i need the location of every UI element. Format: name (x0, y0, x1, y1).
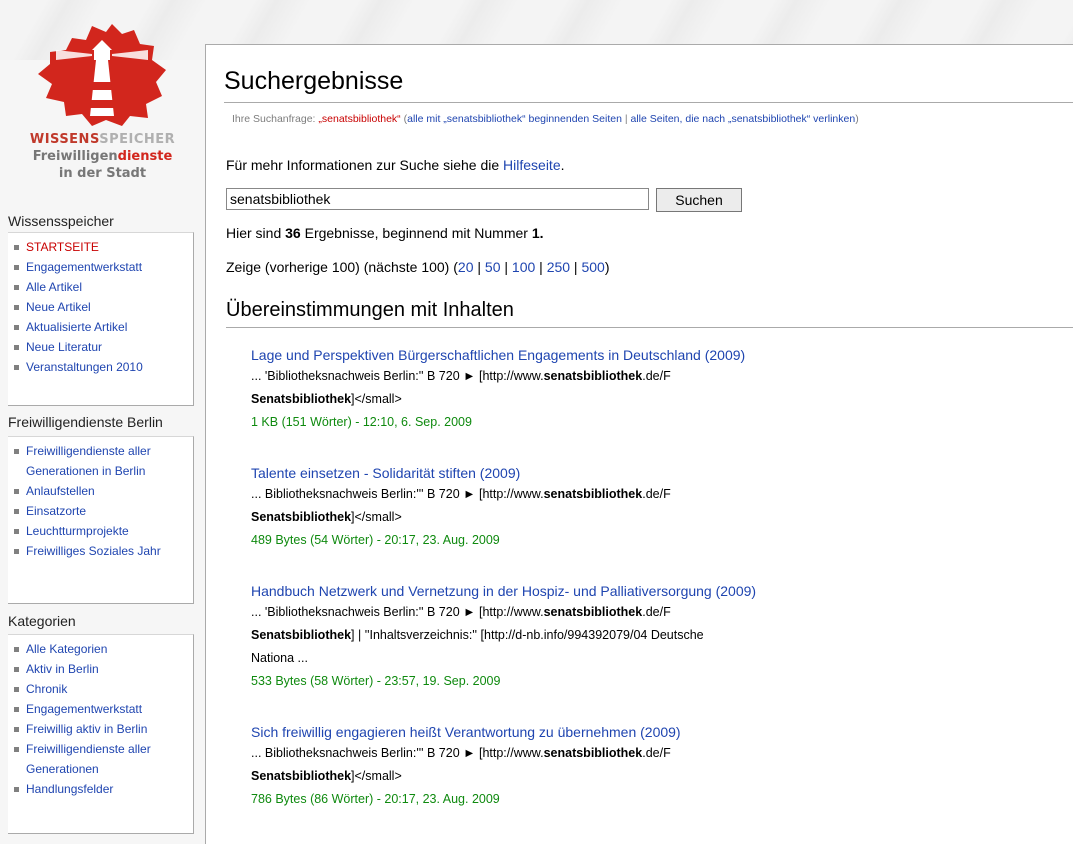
portlet-title-wissensspeicher: Wissensspeicher (8, 213, 114, 229)
site-logo[interactable]: WISSENSSPEICHER Freiwilligendienste in d… (10, 20, 195, 190)
portlet-kategorien: Alle Kategorien Aktiv in Berlin Chronik … (8, 634, 194, 834)
sidebar-item-aktualisierte-artikel[interactable]: Aktualisierte Artikel (13, 317, 193, 337)
sidebar-item-startseite[interactable]: STARTSEITE (13, 237, 193, 257)
search-result: Lage und Perspektiven Bürgerschaftlichen… (251, 345, 1071, 434)
search-result: Sich freiwillig engagieren heißt Verantw… (251, 722, 1071, 811)
result-snippet: Senatsbibliothek] | ''Inhaltsverzeichnis… (251, 628, 704, 642)
sidebar-item-fsj[interactable]: Freiwilliges Soziales Jahr (13, 541, 193, 561)
sidebar-item-alle-artikel[interactable]: Alle Artikel (13, 277, 193, 297)
search-input[interactable] (226, 188, 649, 210)
paging-100[interactable]: 100 (512, 259, 535, 275)
sidebar-item-handlungsfelder[interactable]: Handlungsfelder (13, 779, 193, 799)
result-meta: 786 Bytes (86 Wörter) - 20:17, 23. Aug. … (251, 792, 500, 806)
result-meta: 489 Bytes (54 Wörter) - 20:17, 23. Aug. … (251, 533, 500, 547)
logo-text-line3: in der Stadt (58, 166, 147, 181)
result-count: Hier sind 36 Ergebnisse, beginnend mit N… (226, 225, 544, 241)
sidebar-item-chronik[interactable]: Chronik (13, 679, 193, 699)
portlet-title-freiwilligendienste: Freiwilligendienste Berlin (8, 414, 163, 430)
lighthouse-logo-icon (38, 24, 166, 126)
result-title-link[interactable]: Sich freiwillig engagieren heißt Verantw… (251, 722, 1071, 742)
linking-pages-link[interactable]: alle Seiten, die nach „senatsbibliothek“… (630, 113, 855, 125)
paging-250[interactable]: 250 (547, 259, 570, 275)
section-heading: Übereinstimmungen mit Inhalten (226, 299, 514, 321)
logo-text-line1: WISSENSSPEICHER (29, 132, 176, 147)
help-info: Für mehr Informationen zur Suche siehe d… (226, 157, 565, 173)
sidebar-item-aktiv-in-berlin[interactable]: Aktiv in Berlin (13, 659, 193, 679)
sidebar-item-alle-kategorien[interactable]: Alle Kategorien (13, 639, 193, 659)
result-title-link[interactable]: Lage und Perspektiven Bürgerschaftlichen… (251, 345, 1071, 365)
search-result: Handbuch Netzwerk und Vernetzung in der … (251, 581, 1071, 693)
main-content: Suchergebnisse Ihre Suchanfrage: „senats… (205, 44, 1073, 844)
sidebar-item-einsatzorte[interactable]: Einsatzorte (13, 501, 193, 521)
result-snippet: ... 'Bibliotheksnachweis Berlin:'' B 720… (251, 369, 671, 383)
search-query-subtitle: Ihre Suchanfrage: „senatsbibliothek“ (al… (232, 113, 859, 125)
portlet-wissensspeicher: STARTSEITE Engagementwerkstatt Alle Arti… (8, 232, 194, 406)
paging-20[interactable]: 20 (458, 259, 474, 275)
sidebar-item-kat-engagementwerkstatt[interactable]: Engagementwerkstatt (13, 699, 193, 719)
result-snippet: Senatsbibliothek]</small> (251, 769, 402, 783)
result-snippet: ... 'Bibliotheksnachweis Berlin:'' B 720… (251, 605, 671, 619)
sidebar-item-neue-artikel[interactable]: Neue Artikel (13, 297, 193, 317)
help-page-link[interactable]: Hilfeseite (503, 157, 561, 173)
result-title-link[interactable]: Talente einsetzen - Solidarität stiften … (251, 463, 1071, 483)
portlet-freiwilligendienste: Freiwilligendienste aller Generationen i… (8, 436, 194, 604)
sidebar-item-veranstaltungen[interactable]: Veranstaltungen 2010 (13, 357, 193, 377)
portlet-title-kategorien: Kategorien (8, 613, 76, 629)
paging-controls: Zeige (vorherige 100) (nächste 100) (20 … (226, 259, 610, 275)
sidebar-item-anlaufstellen[interactable]: Anlaufstellen (13, 481, 193, 501)
paging-50[interactable]: 50 (485, 259, 501, 275)
search-button[interactable]: Suchen (656, 188, 742, 212)
result-title-link[interactable]: Handbuch Netzwerk und Vernetzung in der … (251, 581, 1071, 601)
logo-text-line2: Freiwilligendienste (32, 149, 173, 164)
sidebar-item-leuchtturmprojekte[interactable]: Leuchtturmprojekte (13, 521, 193, 541)
sidebar-item-neue-literatur[interactable]: Neue Literatur (13, 337, 193, 357)
sidebar-item-fdag-berlin[interactable]: Freiwilligendienste aller Generationen i… (13, 441, 193, 481)
query-term: „senatsbibliothek“ (318, 113, 401, 125)
result-meta: 533 Bytes (58 Wörter) - 23:57, 19. Sep. … (251, 674, 501, 688)
sidebar-item-engagementwerkstatt[interactable]: Engagementwerkstatt (13, 257, 193, 277)
result-snippet: Senatsbibliothek]</small> (251, 392, 402, 406)
prefix-pages-link[interactable]: alle mit „senatsbibliothek“ beginnenden … (407, 113, 622, 125)
sidebar-item-fdag[interactable]: Freiwilligendienste aller Generationen (13, 739, 193, 779)
result-snippet: Nationa ... (251, 651, 308, 665)
section-divider (226, 327, 1073, 328)
result-snippet: ... Bibliotheksnachweis Berlin:''' B 720… (251, 487, 671, 501)
paging-500[interactable]: 500 (581, 259, 604, 275)
sidebar-item-freiwillig-aktiv[interactable]: Freiwillig aktiv in Berlin (13, 719, 193, 739)
result-snippet: Senatsbibliothek]</small> (251, 510, 402, 524)
page-title: Suchergebnisse (224, 67, 404, 95)
title-divider (224, 102, 1073, 103)
result-snippet: ... Bibliotheksnachweis Berlin:''' B 720… (251, 746, 671, 760)
result-meta: 1 KB (151 Wörter) - 12:10, 6. Sep. 2009 (251, 415, 472, 429)
search-result: Talente einsetzen - Solidarität stiften … (251, 463, 1071, 552)
sidebar: WISSENSSPEICHER Freiwilligendienste in d… (0, 0, 202, 834)
